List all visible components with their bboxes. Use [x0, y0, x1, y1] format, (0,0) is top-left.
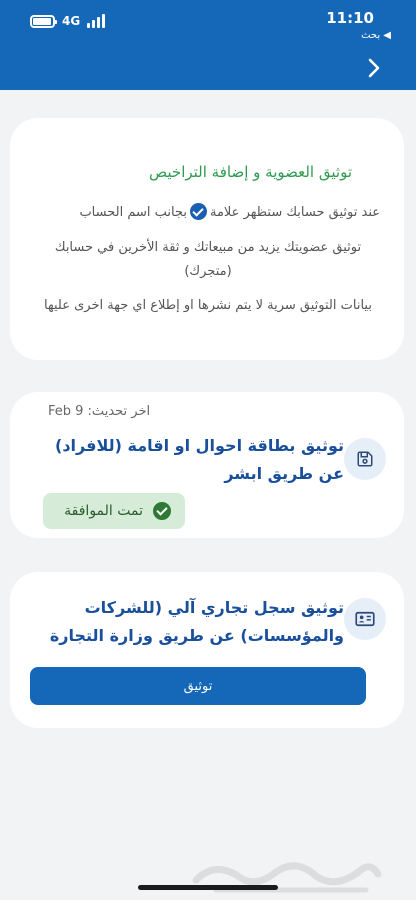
benefit-paragraph: توثيق عضويتك يزيد من مبيعاتك و ثقة الأخر…	[54, 240, 362, 279]
membership-title: توثيق العضوية و إضافة التراخيص	[149, 163, 352, 181]
note-text-after: بجانب اسم الحساب	[79, 205, 187, 220]
network-type: 4G	[62, 14, 81, 28]
privacy-paragraph: بيانات التوثيق سرية لا يتم نشرها او إطلا…	[44, 298, 372, 313]
top-bar: 4G 11:10 ◀ بحث	[0, 0, 416, 90]
id-verification-title: توثيق بطاقة احوال او اقامة (للافراد) عن …	[55, 436, 344, 483]
approved-label: تمت الموافقة	[64, 503, 143, 519]
note-text-before: عند توثيق حسابك ستظهر علامة	[209, 205, 380, 220]
status-indicators: 4G	[30, 14, 106, 28]
verify-button[interactable]: توثيق	[30, 667, 366, 705]
commercial-verification-title: توثيق سجل تجاري آلي (للشركات والمؤسسات) …	[49, 598, 344, 645]
verification-mark-note: عند توثيق حسابك ستظهر علامة بجانب اسم الح…	[40, 203, 380, 221]
status-time: 11:10	[326, 9, 374, 27]
check-circle-icon	[153, 502, 171, 520]
id-card-icon	[344, 598, 386, 640]
chevron-right-icon[interactable]	[362, 56, 386, 80]
save-icon	[344, 438, 386, 480]
verified-check-icon	[189, 203, 207, 220]
haraj-watermark-logo	[192, 862, 382, 893]
last-updated-text: اخر تحديث: Feb 9	[48, 404, 151, 419]
approved-status-badge: تمت الموافقة	[43, 493, 185, 529]
back-to-app-link[interactable]: ◀ بحث	[361, 30, 391, 41]
battery-icon	[30, 14, 57, 28]
signal-icon	[87, 14, 106, 28]
home-indicator[interactable]	[138, 885, 278, 890]
